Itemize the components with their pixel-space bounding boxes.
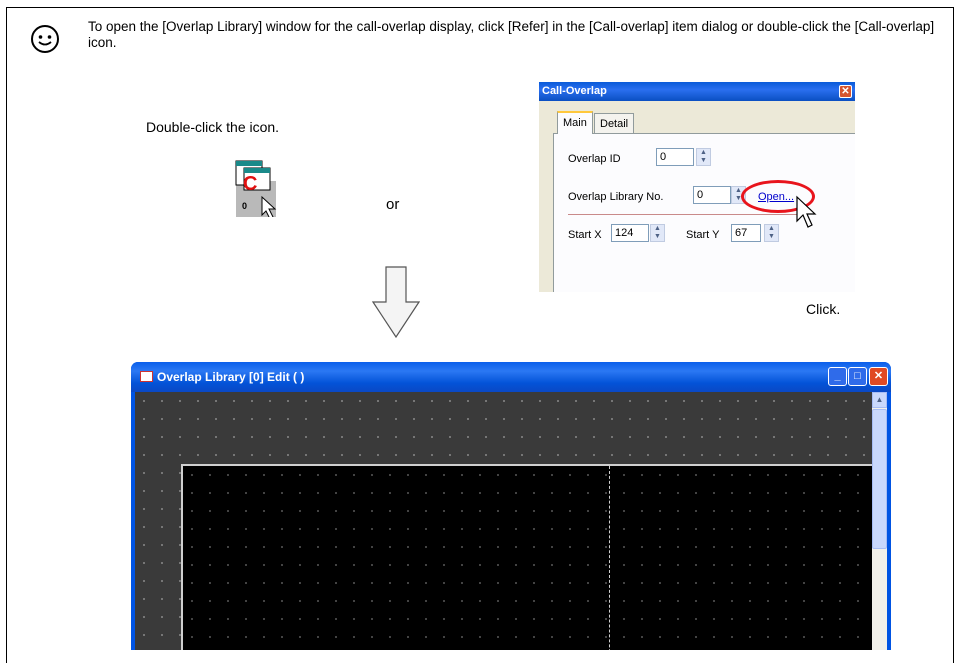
start-y-spinner[interactable]: ▲ ▼	[764, 224, 779, 242]
window-app-icon	[140, 371, 153, 382]
tab-main[interactable]: Main	[557, 111, 593, 134]
double-click-caption: Double-click the icon.	[146, 119, 280, 135]
screen-canvas[interactable]	[181, 464, 875, 650]
scroll-thumb[interactable]	[872, 409, 887, 549]
down-arrow-icon	[372, 266, 420, 338]
start-x-spinner[interactable]: ▲ ▼	[650, 224, 665, 242]
minimize-button[interactable]: _	[828, 367, 847, 386]
overlap-id-label: Overlap ID	[568, 153, 621, 165]
tab-detail[interactable]: Detail	[594, 113, 635, 133]
window-title-bar: Overlap Library [0] Edit ( ) _ □ ✕	[131, 362, 891, 392]
start-x-field[interactable]: 124	[611, 224, 649, 242]
smiley-icon	[31, 25, 59, 53]
library-no-field[interactable]: 0	[693, 186, 731, 204]
window-title: Overlap Library [0] Edit ( )	[157, 370, 305, 384]
click-caption: Click.	[806, 301, 841, 317]
call-overlap-icon[interactable]: C 0	[232, 159, 280, 217]
scroll-up-button[interactable]: ▲	[872, 392, 887, 408]
dialog-title: Call-Overlap	[542, 85, 607, 97]
start-x-label: Start X	[568, 229, 602, 241]
center-guide-line	[609, 466, 610, 650]
dialog-separator	[568, 214, 808, 215]
overlap-id-field[interactable]: 0	[656, 148, 694, 166]
intro-text: To open the [Overlap Library] window for…	[88, 19, 935, 50]
start-y-field[interactable]: 67	[731, 224, 761, 242]
vertical-scrollbar[interactable]: ▲	[872, 392, 887, 650]
dialog-close-button[interactable]: ✕	[839, 85, 852, 98]
library-no-label: Overlap Library No.	[568, 191, 664, 203]
overlap-id-spinner[interactable]: ▲ ▼	[696, 148, 711, 166]
window-close-button[interactable]: ✕	[869, 367, 888, 386]
mouse-cursor-icon	[796, 195, 817, 228]
or-caption: or	[386, 196, 400, 213]
dialog-title-bar: Call-Overlap ✕	[539, 82, 855, 101]
maximize-button[interactable]: □	[848, 367, 867, 386]
editor-workspace[interactable]	[135, 392, 875, 650]
svg-text:C: C	[243, 173, 257, 195]
call-overlap-icon-number: 0	[242, 201, 247, 211]
overlap-library-window: Overlap Library [0] Edit ( ) _ □ ✕ ▲	[131, 362, 891, 650]
start-y-label: Start Y	[686, 229, 720, 241]
